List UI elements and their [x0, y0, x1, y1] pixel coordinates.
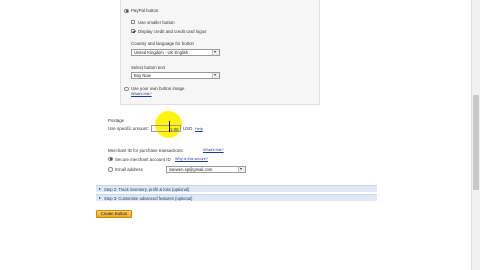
step-3-label: Step 3: Customise advanced features (opt… [104, 196, 193, 201]
paypal-button-radio[interactable] [124, 8, 129, 13]
step-2-label: Step 2: Track inventory, profit & loss (… [104, 187, 190, 192]
chevron-down-icon [212, 49, 219, 55]
email-address-value: saewen.sp@gmail.com [169, 167, 213, 173]
email-address-radio[interactable] [108, 167, 113, 172]
country-language-value: United Kingdom - UK English [134, 50, 189, 56]
button-text-value: Buy Now [134, 73, 151, 79]
own-image-whats-this-link[interactable]: What's this? [131, 92, 152, 96]
merchant-whats-this-link[interactable]: What's this? [203, 148, 224, 152]
create-button[interactable]: Create Button [96, 210, 132, 218]
postage-help-link[interactable]: Help [195, 127, 203, 131]
country-language-label: Country and language for button [131, 41, 194, 46]
postage-amount-input[interactable]: 1.00 [151, 125, 181, 132]
smaller-button-label: Use smaller button [138, 19, 175, 25]
text-cursor-icon [169, 121, 170, 132]
display-cards-label: Display credit and credit card logos [138, 28, 207, 34]
postage-amount-label: Use specific amount: [108, 126, 149, 131]
scrollbar-thumb[interactable] [473, 95, 479, 190]
secure-merchant-label: Secure merchant account ID [115, 156, 171, 162]
postage-amount-value: 1.00 [169, 126, 179, 132]
country-language-select[interactable]: United Kingdom - UK English [131, 48, 220, 56]
merchant-heading: Merchant ID for purchase transactions: [108, 147, 184, 153]
chevron-down-icon [238, 166, 245, 172]
step-2-bar[interactable]: Step 2: Track inventory, profit & loss (… [96, 185, 377, 192]
step-3-bar[interactable]: Step 3: Customise advanced features (opt… [96, 194, 377, 201]
expand-arrow-icon [99, 187, 101, 190]
secure-merchant-link[interactable]: Why is this secure? [175, 157, 208, 161]
chevron-down-icon [212, 72, 219, 78]
own-image-radio[interactable] [124, 86, 129, 91]
display-cards-checkbox[interactable] [131, 29, 135, 33]
postage-currency: USD [183, 126, 193, 131]
secure-merchant-radio[interactable] [108, 156, 113, 161]
paypal-button-label: PayPal button [131, 8, 159, 13]
own-image-label: Use your own button image [131, 86, 185, 91]
button-text-label: Select button text [131, 64, 165, 70]
expand-arrow-icon [99, 196, 101, 199]
email-address-label: Email address [115, 167, 143, 172]
button-text-select[interactable]: Buy Now [131, 71, 220, 79]
smaller-button-checkbox[interactable] [131, 20, 135, 24]
postage-heading: Postage [108, 117, 125, 123]
email-address-select[interactable]: saewen.sp@gmail.com [166, 165, 246, 173]
page-scrollbar[interactable] [471, 0, 480, 270]
